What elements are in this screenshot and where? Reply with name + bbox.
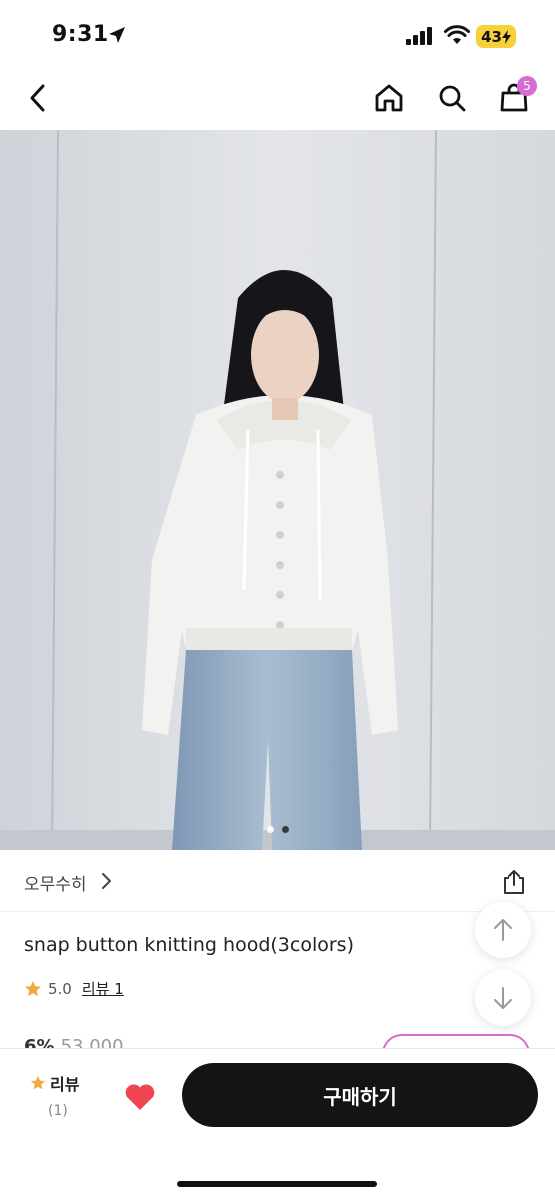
review-count: (1): [48, 1103, 68, 1119]
cellular-signal-icon: [406, 27, 432, 45]
home-icon: [375, 84, 403, 112]
search-icon: [439, 85, 466, 112]
scroll-bottom-button[interactable]: [475, 970, 531, 1026]
rating-value: 5.0: [48, 979, 72, 998]
cart-count-badge: 5: [517, 76, 537, 96]
chevron-left-icon: [30, 84, 45, 112]
arrow-down-icon: [494, 987, 512, 1009]
review-summary[interactable]: 리뷰 (1): [30, 1071, 90, 1119]
product-title: snap button knitting hood(3colors): [24, 934, 354, 956]
buy-button[interactable]: 구매하기: [182, 1063, 538, 1127]
chevron-right-icon: [102, 873, 111, 889]
charging-bolt-icon: [501, 29, 511, 44]
bottom-action-bar: 리뷰 (1) 구매하기: [0, 1048, 555, 1200]
home-indicator: [177, 1181, 377, 1187]
product-image-gallery[interactable]: [0, 130, 555, 850]
image-pagination: [0, 826, 555, 833]
review-label: 리뷰: [50, 1075, 80, 1094]
nav-bar: 5: [0, 66, 555, 130]
wifi-icon: [444, 25, 470, 44]
back-button[interactable]: [20, 80, 56, 116]
pagination-dot-active[interactable]: [281, 826, 289, 833]
rating-row: 5.0 리뷰 1: [24, 978, 124, 999]
home-button[interactable]: [371, 80, 407, 116]
status-time: 9:31: [52, 22, 109, 47]
star-icon: [25, 980, 41, 996]
battery-level: 43: [481, 27, 502, 46]
scroll-top-button[interactable]: [475, 902, 531, 958]
brand-row[interactable]: 오무수히: [0, 850, 555, 912]
status-bar: 9:31 43: [0, 0, 555, 66]
battery-indicator: 43: [476, 25, 516, 48]
location-arrow-icon: [109, 27, 125, 43]
share-icon[interactable]: [500, 868, 528, 896]
brand-name[interactable]: 오무수히: [24, 870, 87, 895]
pagination-dot[interactable]: [266, 826, 274, 833]
search-button[interactable]: [434, 80, 470, 116]
review-link[interactable]: 리뷰 1: [82, 978, 124, 999]
star-icon: [30, 1075, 46, 1090]
heart-icon[interactable]: [124, 1083, 156, 1111]
arrow-up-icon: [494, 919, 512, 941]
product-photo: [0, 130, 555, 850]
